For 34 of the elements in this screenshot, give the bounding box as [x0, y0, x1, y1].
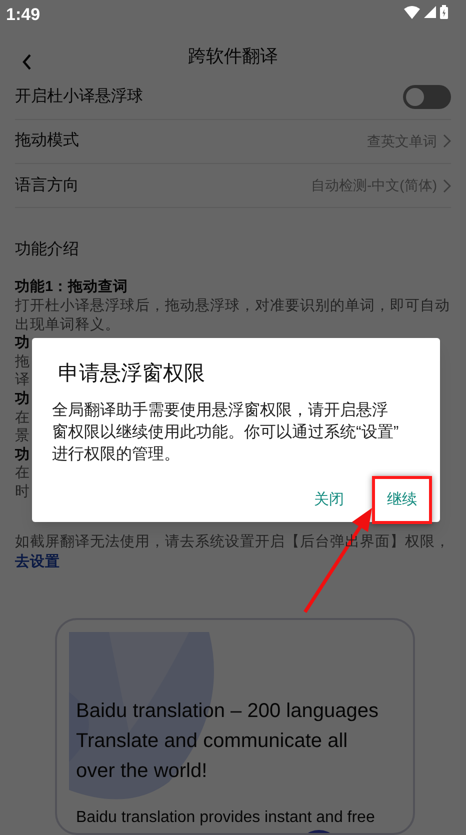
chevron-right-icon: [443, 134, 451, 148]
feature-description: 出现单词释义。: [15, 316, 120, 334]
battery-icon: [440, 5, 448, 19]
feature-title: 功: [15, 446, 30, 464]
feature-description: 时: [15, 482, 30, 502]
promo-headline: over the world!: [76, 758, 208, 784]
promo-headline: Translate and communicate all: [76, 728, 349, 754]
feature-title: 功能1：拖动查词: [15, 278, 128, 297]
feature-description: 打开杜小译悬浮球后，拖动悬浮球，对准要识别的单词，即可自动: [15, 297, 450, 316]
settings-link[interactable]: 去设置: [15, 554, 60, 570]
setting-label: 拖动模式: [15, 130, 79, 152]
feature-title: 功: [15, 390, 30, 409]
promo-text: Baidu translation provides instant and free: [76, 808, 376, 828]
section-heading: 功能介绍: [15, 240, 79, 260]
feature-description: 景: [15, 427, 30, 446]
feature-description: 拖: [15, 352, 30, 372]
signal-icon: [424, 6, 436, 18]
dialog-message: 全局翻译助手需要使用悬浮窗权限，请开启悬浮 窗权限以继续使用此功能。你可以通过系统“设置” 进行权限的管理。: [52, 400, 400, 464]
promo-headline: Baidu translation – 200 languages: [76, 698, 380, 724]
dialog-button[interactable]: 继续: [381, 484, 423, 515]
back-icon[interactable]: [22, 54, 32, 70]
feature-description: 在: [15, 464, 30, 483]
feature-description: 译: [15, 371, 30, 390]
setting-label: 开启杜小译悬浮球: [15, 86, 143, 108]
chevron-right-icon: [443, 178, 451, 193]
dialog-title: 申请悬浮窗权限: [57, 361, 206, 387]
wifi-icon: [404, 6, 420, 18]
toggle-switch[interactable]: [403, 85, 451, 110]
dialog-button[interactable]: 关闭: [308, 484, 350, 515]
page-title: 跨软件翻译: [188, 45, 278, 68]
feature-title: 功: [15, 334, 30, 353]
feature-description: 在: [15, 408, 30, 428]
status-time: 1:49: [6, 4, 40, 26]
setting-label: 语言方向: [15, 176, 79, 196]
